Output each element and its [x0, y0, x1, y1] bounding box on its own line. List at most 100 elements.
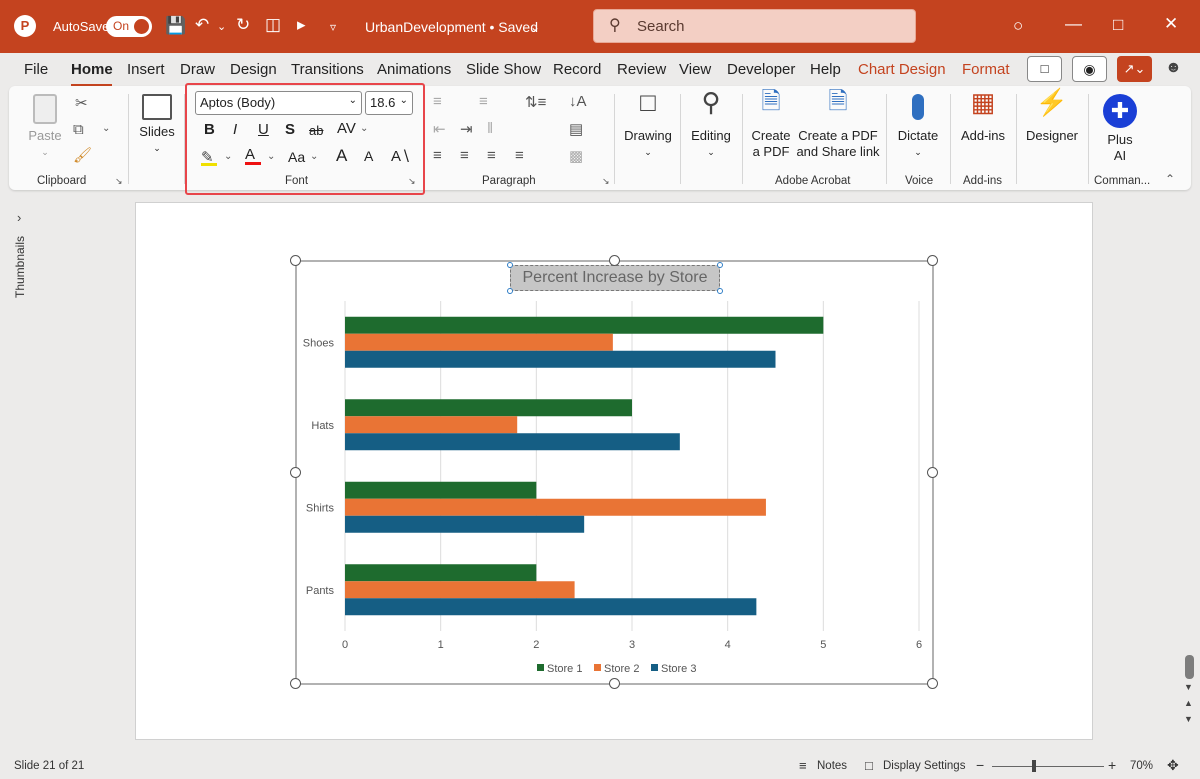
format-painter-icon[interactable]: 🖌: [73, 146, 92, 164]
autosave-toggle[interactable]: On: [106, 16, 152, 37]
bar[interactable]: [345, 498, 766, 516]
lightbulb-icon[interactable]: ○: [1013, 16, 1023, 36]
line-spacing-icon[interactable]: ⇅≡: [525, 93, 546, 111]
display-settings-icon[interactable]: □: [865, 758, 873, 773]
bar[interactable]: [345, 333, 613, 351]
align-text-icon[interactable]: ▤: [569, 120, 583, 138]
title-dropdown-icon[interactable]: ⌄: [530, 17, 540, 37]
paste-button[interactable]: Paste ⌄: [27, 94, 63, 160]
tab-insert[interactable]: Insert: [127, 61, 165, 78]
copilot-icon[interactable]: ☻: [1165, 59, 1182, 77]
title-handle[interactable]: [717, 288, 723, 294]
bar[interactable]: [345, 399, 632, 417]
paragraph-launcher-icon[interactable]: ↘: [602, 176, 610, 187]
comments-button[interactable]: □: [1027, 56, 1062, 82]
maximize-icon[interactable]: □: [1113, 15, 1123, 35]
tab-view[interactable]: View: [679, 61, 711, 78]
zoom-slider-track[interactable]: [992, 766, 1104, 767]
tab-chart-design[interactable]: Chart Design: [858, 61, 946, 78]
text-direction-icon[interactable]: ↓A: [569, 93, 587, 110]
previous-slide-icon[interactable]: ▲: [1184, 698, 1193, 708]
add-ins-button[interactable]: ▦ Add-ins: [955, 89, 1011, 144]
search-box[interactable]: ⚲ Search: [593, 9, 916, 43]
resize-handle[interactable]: [927, 467, 938, 478]
tab-review[interactable]: Review: [617, 61, 666, 78]
numbering-icon[interactable]: ≡: [479, 93, 488, 110]
align-center-icon[interactable]: ≡: [460, 147, 469, 164]
customize-qat-icon[interactable]: ▿: [330, 17, 336, 37]
fit-slide-icon[interactable]: ✥: [1167, 757, 1179, 774]
close-icon[interactable]: ✕: [1164, 14, 1178, 34]
notes-button[interactable]: Notes: [817, 760, 847, 772]
slides-button[interactable]: Slides ⌄: [137, 94, 177, 156]
share-button[interactable]: ↗⌄: [1117, 56, 1152, 82]
zoom-level[interactable]: 70%: [1130, 760, 1153, 772]
save-icon[interactable]: 💾: [165, 16, 186, 36]
resize-handle[interactable]: [927, 678, 938, 689]
clipboard-launcher-icon[interactable]: ↘: [115, 176, 123, 187]
slideshow-icon[interactable]: ▸: [297, 15, 306, 35]
tab-file[interactable]: File: [24, 61, 48, 78]
vertical-scrollbar-thumb[interactable]: [1185, 655, 1194, 679]
tab-design[interactable]: Design: [230, 61, 277, 78]
record-button[interactable]: ◉: [1072, 56, 1107, 82]
display-settings-button[interactable]: Display Settings: [883, 760, 965, 772]
copy-dropdown-icon[interactable]: ⌄: [102, 123, 110, 134]
smartart-icon[interactable]: ▩: [569, 147, 583, 165]
align-right-icon[interactable]: ≡: [487, 147, 496, 164]
minimize-icon[interactable]: —: [1065, 14, 1082, 34]
resize-handle[interactable]: [290, 678, 301, 689]
document-title[interactable]: UrbanDevelopment • Saved: [365, 19, 538, 35]
title-handle[interactable]: [507, 262, 513, 268]
resize-handle[interactable]: [290, 255, 301, 266]
bar[interactable]: [345, 481, 537, 499]
create-pdf-share-button[interactable]: 🗎 Create a PDF and Share link: [795, 90, 881, 160]
undo-dropdown-icon[interactable]: ⌄: [217, 17, 226, 37]
dictate-button[interactable]: Dictate ⌄: [893, 94, 943, 160]
resize-handle[interactable]: [609, 678, 620, 689]
slide-canvas[interactable]: Shoes Hats Shirts Pants 0 1 2 3 4 5 6 Store 1 Stor…: [135, 202, 1093, 740]
tab-draw[interactable]: Draw: [180, 61, 215, 78]
tab-format[interactable]: Format: [962, 61, 1010, 78]
collapse-ribbon-icon[interactable]: ⌃: [1165, 172, 1175, 186]
undo-icon[interactable]: ↶: [195, 15, 209, 35]
tab-developer[interactable]: Developer: [727, 61, 795, 78]
decrease-indent-icon[interactable]: ⇤: [433, 120, 446, 138]
resize-handle[interactable]: [609, 255, 620, 266]
bar[interactable]: [345, 515, 585, 533]
bar[interactable]: [345, 316, 824, 334]
tab-home[interactable]: Home: [71, 61, 113, 78]
bar[interactable]: [345, 433, 680, 451]
zoom-out-button[interactable]: −: [976, 757, 984, 773]
expand-thumbnails-icon[interactable]: ›: [17, 210, 21, 225]
tab-help[interactable]: Help: [810, 61, 841, 78]
redo-icon[interactable]: ↻: [236, 15, 250, 35]
bar[interactable]: [345, 581, 575, 599]
cut-icon[interactable]: ✂: [75, 94, 88, 112]
bar[interactable]: [345, 598, 757, 616]
bar[interactable]: [345, 350, 776, 368]
tab-animations[interactable]: Animations: [377, 61, 451, 78]
tab-record[interactable]: Record: [553, 61, 601, 78]
chart-title[interactable]: Percent Increase by Store: [510, 269, 720, 287]
increase-indent-icon[interactable]: ⇥: [460, 120, 473, 138]
justify-icon[interactable]: ≡: [515, 147, 524, 164]
plus-ai-button[interactable]: ✚ Plus AI: [1095, 94, 1145, 164]
columns-icon[interactable]: ‖: [487, 120, 493, 137]
zoom-in-button[interactable]: +: [1108, 757, 1116, 773]
designer-button[interactable]: ⚡ Designer: [1021, 89, 1083, 144]
copy-icon[interactable]: ⧉: [73, 121, 84, 138]
create-pdf-button[interactable]: 🗎 Create a PDF: [747, 90, 795, 160]
editing-button[interactable]: ⚲ Editing ⌄: [685, 89, 737, 160]
zoom-slider-thumb[interactable]: [1032, 760, 1036, 772]
tab-slide-show[interactable]: Slide Show: [466, 61, 541, 78]
next-slide-icon[interactable]: ▼: [1184, 714, 1193, 724]
align-left-icon[interactable]: ≡: [433, 147, 442, 164]
bar[interactable]: [345, 416, 518, 434]
bullets-icon[interactable]: ≡: [433, 93, 442, 110]
notes-icon[interactable]: ≡: [799, 758, 807, 773]
resize-handle[interactable]: [290, 467, 301, 478]
scroll-down-icon[interactable]: ▼: [1184, 682, 1193, 692]
title-handle[interactable]: [507, 288, 513, 294]
resize-handle[interactable]: [927, 255, 938, 266]
